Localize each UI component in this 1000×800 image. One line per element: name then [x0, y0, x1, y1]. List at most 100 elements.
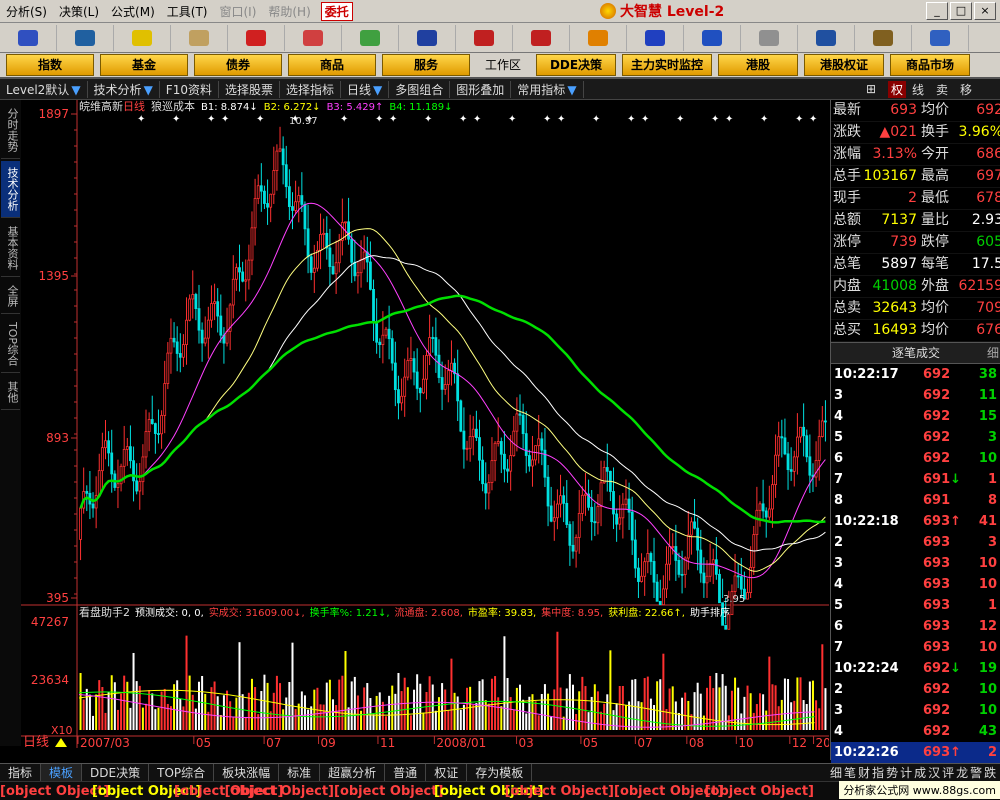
quote-bottom-tab[interactable]: 警	[970, 764, 982, 781]
subbar-level2[interactable]: Level2默认 ▼	[0, 80, 88, 98]
menu-window[interactable]: 窗口(I)	[213, 3, 262, 20]
menu-decision[interactable]: 决策(L)	[53, 3, 105, 20]
toolbar-button[interactable]	[342, 24, 399, 51]
subbar-common[interactable]: 常用指标 ▼	[511, 80, 584, 98]
quote-tab-weight[interactable]: 权	[888, 80, 907, 98]
tick-list[interactable]: 10:22:17 692 38 3 692 11 4 692 15 5 692 3 6 692 10 7 691…	[831, 364, 1000, 763]
minimize-icon[interactable]: _	[926, 2, 948, 20]
quote-label: 内盘	[833, 278, 861, 294]
plus-icon[interactable]: ⊞	[866, 82, 876, 96]
subbar-period[interactable]: 日线 ▼	[341, 80, 390, 98]
candle-body	[110, 452, 114, 475]
quote-tab-line[interactable]: 线	[912, 81, 924, 98]
toolbar-button[interactable]	[855, 24, 912, 51]
bottom-tab[interactable]: 超赢分析	[320, 764, 386, 781]
maximize-icon[interactable]: □	[950, 2, 972, 20]
volume-bar	[643, 678, 646, 730]
quote-bottom-tab[interactable]: 财	[858, 764, 870, 781]
quote-bottom-tab[interactable]: 计	[900, 764, 912, 781]
nav-service-button[interactable]: 服务	[382, 54, 470, 76]
nav-dde-button[interactable]: DDE决策	[536, 54, 616, 76]
nav-index-button[interactable]: 指数	[6, 54, 94, 76]
toolbar-button[interactable]	[114, 24, 171, 51]
bottom-tab[interactable]: 模板	[41, 764, 83, 781]
quote-bottom-tab[interactable]: 笔	[844, 764, 856, 781]
bottom-tab[interactable]: DDE决策	[82, 764, 150, 781]
candle-body	[556, 503, 559, 519]
volume-bar	[637, 701, 640, 730]
toolbar-button[interactable]	[399, 24, 456, 51]
trade-button[interactable]: 委托	[320, 1, 353, 21]
quote-bottom-tab[interactable]: 汉	[928, 764, 940, 781]
bottom-tab[interactable]: 指标	[0, 764, 42, 781]
candle-body	[116, 483, 120, 488]
toolbar-button[interactable]	[741, 24, 798, 51]
toolbar-button[interactable]	[798, 24, 855, 51]
quote-bottom-tab[interactable]: 跌	[984, 764, 996, 781]
volume-bar	[640, 702, 643, 730]
side-tab[interactable]: TOP综合	[1, 316, 20, 374]
side-tab[interactable]: 全屏	[1, 279, 20, 314]
toolbar-button[interactable]	[456, 24, 513, 51]
candle-body	[284, 164, 288, 188]
candle-body	[646, 553, 650, 563]
subbar-overlay[interactable]: 图形叠加	[450, 80, 512, 98]
candle-body	[577, 513, 581, 538]
bottom-tab[interactable]: 权证	[426, 764, 468, 781]
subbar-f10[interactable]: F10资料	[160, 80, 219, 98]
nav-bond-button[interactable]: 债券	[194, 54, 282, 76]
side-tab[interactable]: 其他	[1, 375, 20, 411]
bottom-tab[interactable]: TOP综合	[149, 764, 215, 781]
menu-tools[interactable]: 工具(T)	[161, 3, 214, 20]
signal-marker: ✦	[221, 114, 229, 125]
toolbar-button[interactable]	[57, 24, 114, 51]
menu-formula[interactable]: 公式(M)	[105, 3, 161, 20]
market-nav-bar: 指数 基金 债券 商品 服务 工作区 DDE决策 主力实时监控 港股 港股权证 …	[0, 53, 1000, 79]
toolbar-button[interactable]	[570, 24, 627, 51]
bottom-tab[interactable]: 普通	[385, 764, 427, 781]
quote-bottom-tab[interactable]: 评	[942, 764, 954, 781]
subbar-multi[interactable]: 多图组合	[389, 80, 451, 98]
nav-commodity-market-button[interactable]: 商品市场	[890, 54, 970, 76]
side-tab[interactable]: 技术分析	[1, 161, 20, 218]
subbar-select-stock[interactable]: 选择股票	[219, 80, 280, 98]
quote-bottom-tab[interactable]: 指	[872, 764, 884, 781]
kline-chart[interactable]: 皖维高新日线 狼巡成本 B1: 8.874↓ B2: 6.272↓ B3: 5.429↑…	[21, 100, 829, 748]
toolbar-button[interactable]	[171, 24, 228, 51]
menu-analysis[interactable]: 分析(S)	[0, 3, 53, 20]
toolbar-button[interactable]	[627, 24, 684, 51]
nav-hk-warrant-button[interactable]: 港股权证	[804, 54, 884, 76]
quote-tab-sell[interactable]: 卖	[936, 81, 948, 98]
quote-tab-move[interactable]: 移	[960, 81, 972, 98]
toolbar-button[interactable]	[513, 24, 570, 51]
bottom-tab[interactable]: 板块涨幅	[214, 764, 280, 781]
subbar-select-indicator[interactable]: 选择指标	[280, 80, 342, 98]
toolbar-button[interactable]	[0, 24, 57, 51]
quote-bottom-tab[interactable]: 龙	[956, 764, 968, 781]
close-icon[interactable]: ×	[974, 2, 996, 20]
side-tab[interactable]: 基本资料	[1, 220, 20, 277]
quote-bottom-tab[interactable]: 成	[914, 764, 926, 781]
toolbar-button[interactable]	[228, 24, 285, 51]
bottom-tab[interactable]: 存为模板	[467, 764, 533, 781]
volume-bar	[216, 696, 219, 730]
nav-monitor-button[interactable]: 主力实时监控	[622, 54, 712, 76]
toolbar-button[interactable]	[912, 24, 969, 51]
subbar-tech[interactable]: 技术分析 ▼	[88, 80, 160, 98]
workspace-label[interactable]: 工作区	[476, 55, 530, 75]
volume-bar	[547, 693, 550, 730]
nav-commodity-button[interactable]: 商品	[288, 54, 376, 76]
quote-bottom-tab[interactable]: 势	[886, 764, 898, 781]
candle-body	[637, 567, 640, 582]
volume-bar	[397, 672, 400, 730]
menu-help[interactable]: 帮助(H)	[262, 3, 316, 20]
tick-detail-button[interactable]: 细	[987, 343, 999, 363]
toolbar-button[interactable]	[684, 24, 741, 51]
quote-bottom-tab[interactable]: 细	[830, 764, 842, 781]
nav-hk-button[interactable]: 港股	[718, 54, 798, 76]
side-tab[interactable]: 分时走势	[1, 102, 20, 159]
bottom-tab[interactable]: 标准	[279, 764, 321, 781]
nav-fund-button[interactable]: 基金	[100, 54, 188, 76]
volume-bar	[543, 684, 546, 730]
toolbar-button[interactable]	[285, 24, 342, 51]
